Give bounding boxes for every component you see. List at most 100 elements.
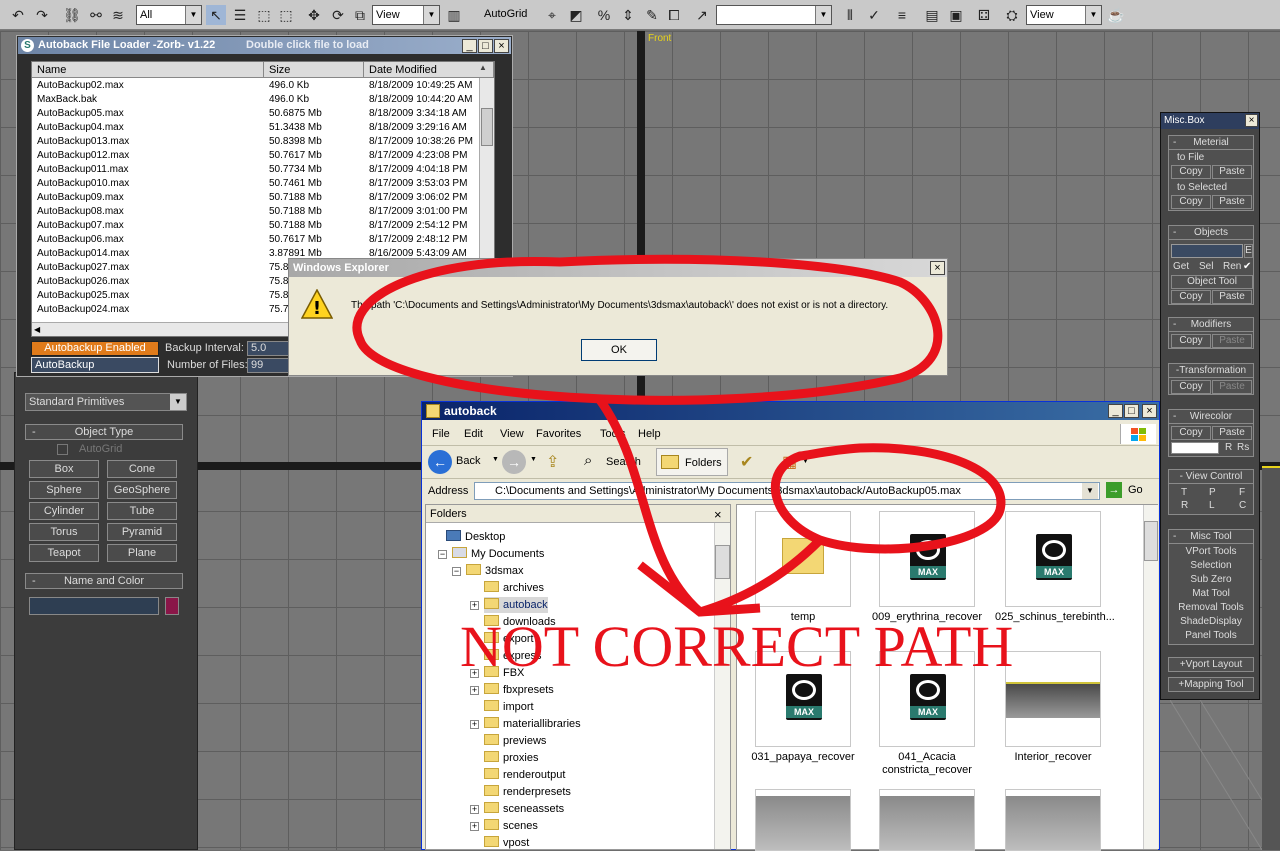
viewport-label-front[interactable]: Front — [648, 33, 671, 44]
right-view-button[interactable]: R — [1181, 500, 1188, 512]
named-sel-arrow-icon[interactable]: ↗ — [692, 5, 712, 25]
link-icon[interactable]: ⛓ — [62, 5, 82, 25]
tree-item[interactable]: fbxpresets — [484, 682, 554, 698]
tube-button[interactable]: Tube — [107, 502, 177, 520]
pyramid-button[interactable]: Pyramid — [107, 523, 177, 541]
camera-view-button[interactable]: C — [1239, 500, 1246, 512]
get-button[interactable]: Get — [1173, 261, 1189, 273]
copy-objects-button[interactable]: Copy — [1171, 290, 1211, 304]
sphere-button[interactable]: Sphere — [29, 481, 99, 499]
close-icon[interactable]: × — [1245, 114, 1258, 127]
tree-item[interactable]: materiallibraries — [484, 716, 581, 732]
column-header-date[interactable]: Date Modified — [364, 62, 494, 78]
autobackup-name-field[interactable]: AutoBackup — [31, 357, 159, 373]
file-thumbnail[interactable] — [755, 789, 851, 851]
angle-snap-icon[interactable]: ◩ — [566, 5, 586, 25]
file-thumbnail[interactable]: MAX — [879, 511, 975, 607]
table-row[interactable]: AutoBackup05.max 50.6875 Mb 8/18/2009 3:34… — [32, 107, 479, 121]
shadedisplay-button[interactable]: ShadeDisplay — [1169, 616, 1253, 628]
window-crossing-icon[interactable]: ⬚ — [276, 5, 296, 25]
menu-favorites[interactable]: Favorites — [536, 428, 581, 440]
file-thumbnail[interactable] — [1005, 789, 1101, 851]
left-view-button[interactable]: L — [1209, 500, 1215, 512]
vport-tools-button[interactable]: VPort Tools — [1169, 546, 1253, 558]
layer-manager-icon[interactable]: ≡ — [892, 5, 912, 25]
copy-to-file-button[interactable]: Copy — [1171, 165, 1211, 179]
chevron-down-icon[interactable]: ▼ — [1082, 483, 1098, 499]
menu-file[interactable]: File — [432, 428, 450, 440]
paste-to-file-button[interactable]: Paste — [1212, 165, 1252, 179]
search-button[interactable]: ⌕ Search — [582, 450, 648, 474]
align-icon[interactable]: ✓ — [864, 5, 884, 25]
close-icon[interactable]: × — [494, 39, 509, 53]
tree-item[interactable]: Desktop — [446, 529, 505, 545]
paste-to-selected-button[interactable]: Paste — [1212, 195, 1252, 209]
panel-tools-button[interactable]: Panel Tools — [1169, 630, 1253, 642]
edit-named-sets-icon[interactable]: ⧠ — [664, 5, 684, 25]
file-thumbnail[interactable]: MAX — [1005, 511, 1101, 607]
mirror-icon[interactable]: ⫴ — [840, 5, 860, 25]
scale-icon[interactable]: ⧉ — [350, 5, 370, 25]
table-row[interactable]: AutoBackup09.max 50.7188 Mb 8/17/2009 3:06… — [32, 191, 479, 205]
menu-tools[interactable]: Tools — [600, 428, 626, 440]
table-row[interactable]: AutoBackup07.max 50.7188 Mb 8/17/2009 2:54… — [32, 219, 479, 233]
file-thumbnail[interactable] — [879, 789, 975, 851]
misc-tool-header[interactable]: - Misc Tool — [1169, 530, 1253, 544]
dialog-titlebar[interactable]: Windows Explorer — [289, 259, 947, 277]
front-view-button[interactable]: F — [1239, 487, 1245, 499]
tree-item[interactable]: vpost — [484, 835, 529, 851]
teapot-button[interactable]: Teapot — [29, 544, 99, 562]
menu-view[interactable]: View — [500, 428, 524, 440]
expand-icon[interactable]: + — [470, 720, 479, 729]
table-row[interactable]: AutoBackup013.max 50.8398 Mb 8/17/2009 10:… — [32, 135, 479, 149]
minimize-icon[interactable]: _ — [1108, 404, 1123, 418]
expand-icon[interactable]: + — [470, 822, 479, 831]
scroll-thumb[interactable] — [481, 108, 493, 146]
chevron-down-icon[interactable]: ▼ — [530, 456, 537, 463]
mapping-tool-rollout[interactable]: +Mapping Tool — [1168, 677, 1254, 692]
table-row[interactable]: AutoBackup02.max 496.0 Kb 8/18/2009 10:49:… — [32, 79, 479, 93]
schematic-view-icon[interactable]: ▣ — [946, 5, 966, 25]
tree-item[interactable]: renderoutput — [484, 767, 565, 783]
back-button[interactable]: ← Back ▼ — [428, 450, 499, 474]
named-selection-dropdown[interactable]: ▼ — [716, 5, 832, 25]
pivot-icon[interactable]: ▥ — [444, 5, 464, 25]
objects-header[interactable]: - Objects — [1169, 226, 1253, 240]
ref-coord-dropdown[interactable]: View ▼ — [372, 5, 440, 25]
column-header-name[interactable]: Name — [32, 62, 264, 78]
bind-space-warp-icon[interactable]: ≋ — [108, 5, 128, 25]
copy-wirecolor-button[interactable]: Copy — [1171, 426, 1211, 440]
chevron-down-icon[interactable]: ▼ — [802, 458, 809, 465]
object-name-input[interactable] — [1171, 244, 1243, 258]
minimize-icon[interactable]: _ — [462, 39, 477, 53]
tree-scrollbar[interactable] — [714, 523, 730, 849]
r-button[interactable]: R — [1225, 442, 1232, 454]
file-thumbnail[interactable] — [1005, 651, 1101, 747]
modifiers-header[interactable]: - Modifiers — [1169, 318, 1253, 332]
object-color-swatch[interactable] — [165, 597, 179, 615]
box-button[interactable]: Box — [29, 460, 99, 478]
view-control-header[interactable]: - View Control — [1169, 470, 1253, 484]
geosphere-button[interactable]: GeoSphere — [107, 481, 177, 499]
table-row[interactable]: MaxBack.bak 496.0 Kb 8/18/2009 10:44:20 AM — [32, 93, 479, 107]
selection-button[interactable]: Selection — [1169, 560, 1253, 572]
expand-icon[interactable]: + — [470, 601, 479, 610]
selection-filter-dropdown[interactable]: All ▼ — [136, 5, 202, 25]
mat-tool-button[interactable]: Mat Tool — [1169, 588, 1253, 600]
collapse-icon[interactable]: − — [452, 567, 461, 576]
file-label[interactable]: 031_papaya_recover — [745, 751, 861, 764]
object-name-field[interactable] — [29, 597, 159, 615]
expand-icon[interactable]: + — [470, 805, 479, 814]
rotate-icon[interactable]: ⟳ — [328, 5, 348, 25]
undo-icon[interactable]: ↶ — [8, 5, 28, 25]
expand-icon[interactable]: + — [470, 686, 479, 695]
table-row[interactable]: AutoBackup04.max 51.3438 Mb 8/18/2009 3:29… — [32, 121, 479, 135]
spinner-snap-icon[interactable]: ⇕ — [618, 5, 638, 25]
autobackup-enabled-button[interactable]: Autobackup Enabled — [31, 341, 159, 356]
paste-modifiers-button[interactable]: Paste — [1212, 334, 1252, 348]
tree-item[interactable]: sceneassets — [484, 801, 564, 817]
scroll-thumb[interactable] — [1144, 521, 1158, 561]
scroll-left-icon[interactable]: ◀ — [34, 325, 40, 334]
sel-button[interactable]: Sel — [1199, 261, 1213, 273]
ok-button[interactable]: OK — [581, 339, 657, 361]
